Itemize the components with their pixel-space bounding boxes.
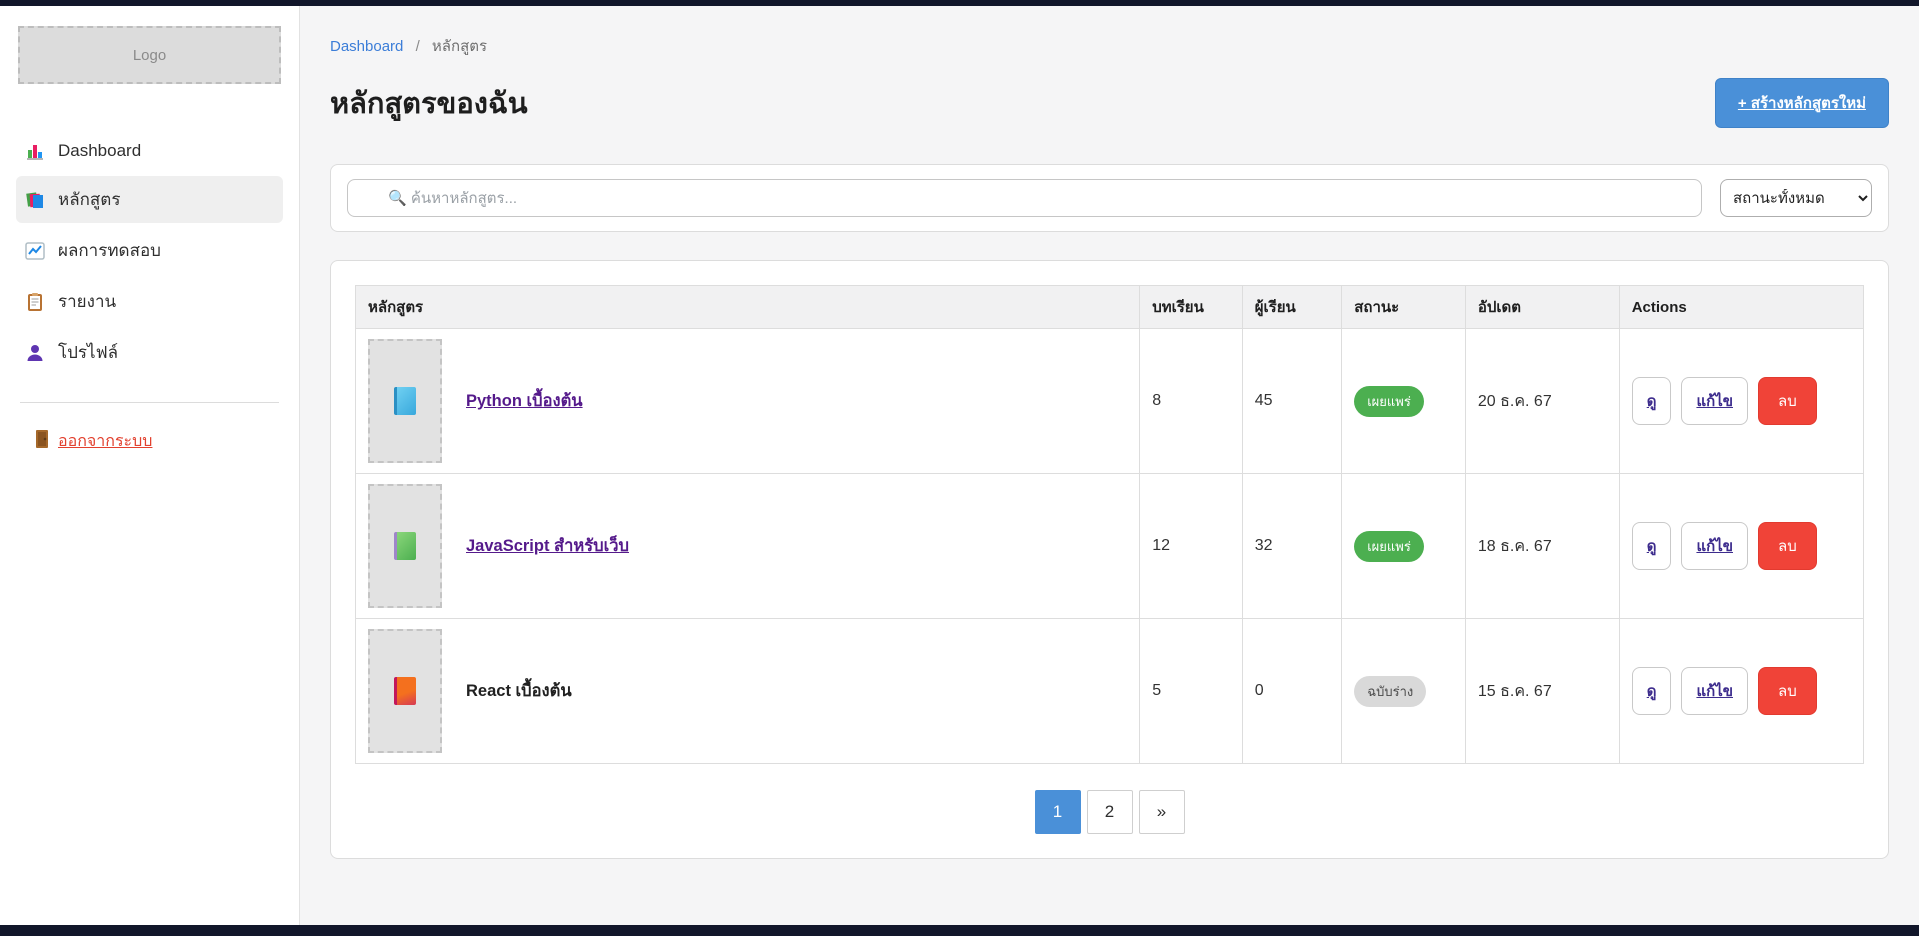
sidebar-item-label: หลักสูตร: [58, 186, 120, 213]
search-input[interactable]: [347, 179, 1702, 217]
door-icon: [34, 429, 50, 454]
status-badge: เผยแพร่: [1354, 386, 1424, 417]
actions-cell: ดู แก้ไข ลบ: [1632, 667, 1851, 715]
pagination-page-1[interactable]: 1: [1035, 790, 1081, 834]
view-button[interactable]: ดู: [1632, 377, 1672, 425]
filter-card: สถานะทั้งหมด: [330, 164, 1889, 232]
green-book-icon: [394, 532, 416, 560]
main-content: Dashboard / หลักสูตร หลักสูตรของฉัน + สร…: [300, 6, 1919, 925]
courses-table: หลักสูตร บทเรียน ผู้เรียน สถานะ อัปเดต A…: [355, 285, 1864, 764]
delete-button[interactable]: ลบ: [1758, 377, 1817, 425]
app-window: Logo Dashboard: [0, 6, 1919, 925]
lessons-count: 12: [1140, 474, 1243, 619]
logo-text: Logo: [133, 47, 166, 64]
table-row: React เบื้องต้น 5 0 ฉบับร่าง 15 ธ.ค. 67 …: [356, 619, 1864, 764]
sidebar-item-dashboard[interactable]: Dashboard: [16, 130, 283, 172]
pagination: 1 2 »: [355, 790, 1864, 834]
course-thumbnail-placeholder: [368, 484, 442, 608]
edit-button[interactable]: แก้ไข: [1681, 667, 1748, 715]
view-button[interactable]: ดู: [1632, 667, 1672, 715]
header-status: สถานะ: [1342, 286, 1466, 329]
pagination-page-2[interactable]: 2: [1087, 790, 1133, 834]
header-lessons: บทเรียน: [1140, 286, 1243, 329]
course-cell: JavaScript สำหรับเว็บ: [368, 484, 1127, 608]
page-title: หลักสูตรของฉัน: [330, 80, 528, 126]
blue-book-icon: [394, 387, 416, 415]
person-icon: [24, 342, 46, 364]
orange-book-icon: [394, 677, 416, 705]
course-thumbnail-placeholder: [368, 629, 442, 753]
sidebar-item-profile[interactable]: โปรไฟล์: [16, 329, 283, 376]
breadcrumb: Dashboard / หลักสูตร: [330, 34, 1889, 58]
logo-placeholder: Logo: [18, 26, 281, 84]
table-row: Python เบื้องต้น 8 45 เผยแพร่ 20 ธ.ค. 67…: [356, 329, 1864, 474]
logout-label: ออกจากระบบ: [58, 429, 152, 454]
header-course: หลักสูตร: [356, 286, 1140, 329]
sidebar-item-label: Dashboard: [58, 141, 141, 161]
lessons-count: 5: [1140, 619, 1243, 764]
sidebar-item-label: ผลการทดสอบ: [58, 237, 161, 264]
header-updated: อัปเดต: [1465, 286, 1619, 329]
table-row: JavaScript สำหรับเว็บ 12 32 เผยแพร่ 18 ธ…: [356, 474, 1864, 619]
breadcrumb-current: หลักสูตร: [432, 38, 487, 55]
students-count: 32: [1242, 474, 1342, 619]
edit-button[interactable]: แก้ไข: [1681, 522, 1748, 570]
course-title-text: React เบื้องต้น: [466, 678, 572, 704]
logout-link[interactable]: ออกจากระบบ: [34, 429, 152, 454]
updated-date: 15 ธ.ค. 67: [1465, 619, 1619, 764]
status-badge: ฉบับร่าง: [1354, 676, 1426, 707]
course-title-link[interactable]: JavaScript สำหรับเว็บ: [466, 533, 629, 559]
sidebar-item-label: โปรไฟล์: [58, 339, 118, 366]
delete-button[interactable]: ลบ: [1758, 667, 1817, 715]
create-course-button[interactable]: + สร้างหลักสูตรใหม่: [1715, 78, 1889, 128]
header-students: ผู้เรียน: [1242, 286, 1342, 329]
status-badge: เผยแพร่: [1354, 531, 1424, 562]
sidebar: Logo Dashboard: [0, 6, 300, 925]
breadcrumb-dashboard-link[interactable]: Dashboard: [330, 38, 403, 55]
status-filter-select[interactable]: สถานะทั้งหมด: [1720, 179, 1872, 217]
page-header: หลักสูตรของฉัน + สร้างหลักสูตรใหม่: [330, 78, 1889, 128]
bar-chart-icon: [24, 140, 46, 162]
edit-button[interactable]: แก้ไข: [1681, 377, 1748, 425]
course-cell: Python เบื้องต้น: [368, 339, 1127, 463]
students-count: 0: [1242, 619, 1342, 764]
course-cell: React เบื้องต้น: [368, 629, 1127, 753]
sidebar-nav: Dashboard หลักสูตร: [0, 130, 299, 376]
course-title-link[interactable]: Python เบื้องต้น: [466, 388, 583, 414]
line-chart-icon: [24, 240, 46, 262]
pagination-next-button[interactable]: »: [1139, 790, 1185, 834]
header-actions: Actions: [1619, 286, 1863, 329]
sidebar-item-courses[interactable]: หลักสูตร: [16, 176, 283, 223]
clipboard-icon: [24, 291, 46, 313]
sidebar-item-label: รายงาน: [58, 288, 116, 315]
actions-cell: ดู แก้ไข ลบ: [1632, 377, 1851, 425]
breadcrumb-separator: /: [416, 38, 420, 55]
books-icon: [24, 189, 46, 211]
delete-button[interactable]: ลบ: [1758, 522, 1817, 570]
search-wrap: [347, 179, 1702, 217]
lessons-count: 8: [1140, 329, 1243, 474]
sidebar-item-reports[interactable]: รายงาน: [16, 278, 283, 325]
course-thumbnail-placeholder: [368, 339, 442, 463]
updated-date: 20 ธ.ค. 67: [1465, 329, 1619, 474]
updated-date: 18 ธ.ค. 67: [1465, 474, 1619, 619]
sidebar-divider: [20, 402, 279, 403]
students-count: 45: [1242, 329, 1342, 474]
courses-table-card: หลักสูตร บทเรียน ผู้เรียน สถานะ อัปเดต A…: [330, 260, 1889, 859]
view-button[interactable]: ดู: [1632, 522, 1672, 570]
table-header-row: หลักสูตร บทเรียน ผู้เรียน สถานะ อัปเดต A…: [356, 286, 1864, 329]
actions-cell: ดู แก้ไข ลบ: [1632, 522, 1851, 570]
sidebar-item-test-results[interactable]: ผลการทดสอบ: [16, 227, 283, 274]
